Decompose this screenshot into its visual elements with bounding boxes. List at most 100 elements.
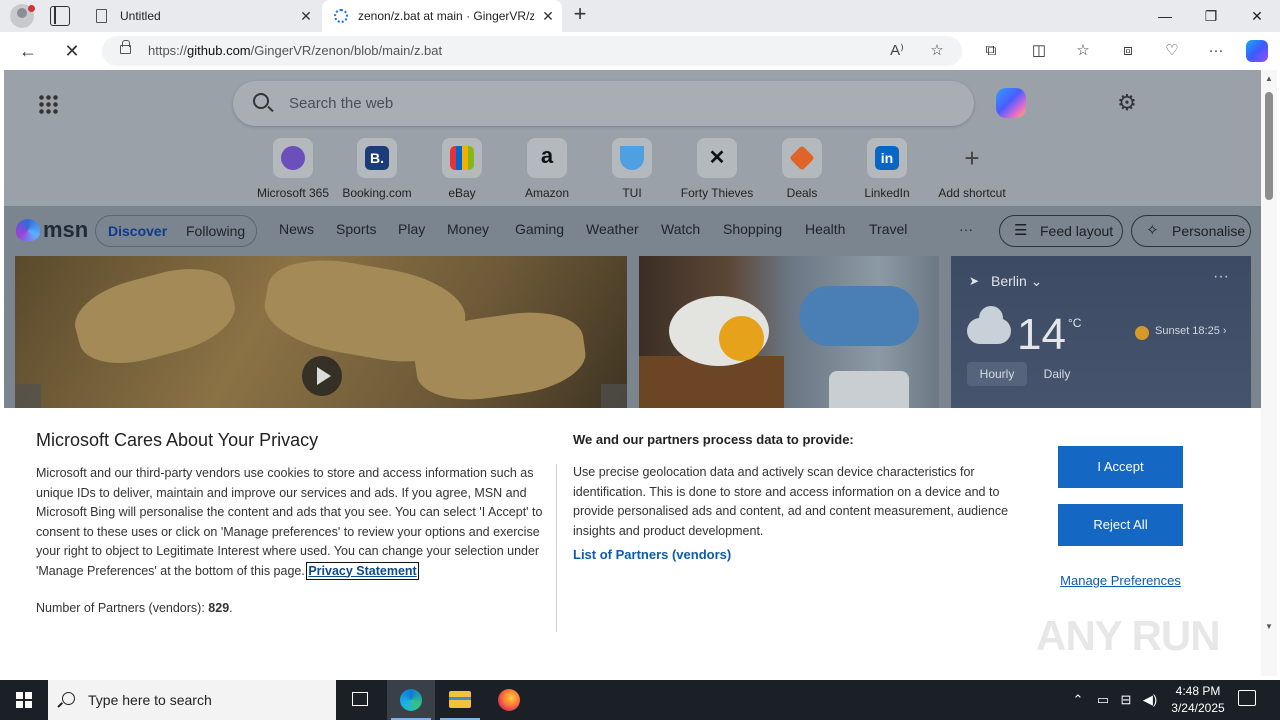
privacy-statement-link[interactable]: Privacy Statement [306,561,419,580]
notification-icon[interactable] [1238,690,1256,706]
clock-date: 3/24/2025 [1171,701,1225,715]
purposes-heading: We and our partners process data to prov… [573,432,854,447]
favorites-icon[interactable]: ☆ [1072,40,1094,62]
more-icon[interactable]: ··· [1213,268,1229,286]
scroll-down-icon[interactable]: ▼ [1263,622,1275,634]
scroll-up-icon[interactable]: ▲ [1263,74,1275,86]
shortcut-deals[interactable]: Deals [762,138,842,200]
firefox-button[interactable] [485,680,533,720]
collections-icon[interactable]: ⧈ [1117,40,1139,62]
close-tab-icon[interactable]: ✕ [534,8,562,25]
personalise-button[interactable]: ✧ Personalise [1131,215,1251,247]
chevron-up-icon[interactable]: ⌃ [1068,690,1088,710]
msn-nav-row: msn Discover Following News Sports Play … [4,206,1261,256]
clock-time: 4:48 PM [1175,684,1221,698]
feed-layout-button[interactable]: ☰ Feed layout [999,215,1123,247]
edge-icon [400,689,422,711]
nav-news[interactable]: News [279,221,314,237]
copilot-icon[interactable] [996,88,1026,118]
tab-github[interactable]: zenon/z.bat at main · GingerVR/z ✕ [322,0,562,32]
start-button[interactable] [0,680,48,720]
nav-weather[interactable]: Weather [586,221,639,237]
taskbar-search[interactable]: Type here to search [48,680,336,720]
vertical-scrollbar[interactable]: ▲ ▼ [1261,70,1277,676]
msn-logo[interactable]: msn [16,216,88,244]
shortcut-ebay[interactable]: eBay [422,138,502,200]
tab-actions-icon[interactable] [50,6,70,26]
device-icon[interactable]: ▭ [1093,690,1113,710]
tab-hourly[interactable]: Hourly [967,362,1027,386]
ebay-icon [450,146,474,170]
shortcut-microsoft-365[interactable]: Microsoft 365 [253,138,333,200]
loading-icon [334,9,348,23]
shortcut-forty-thieves[interactable]: ✕ Forty Thieves [677,138,757,200]
browser-essentials-icon[interactable]: ♡ [1161,40,1183,62]
nav-travel[interactable]: Travel [869,221,907,237]
gear-icon[interactable]: ⚙ [1114,90,1140,116]
manage-preferences-link[interactable]: Manage Preferences [1058,573,1183,588]
booking-icon: B. [365,146,389,170]
scrollbar-thumb[interactable] [1265,92,1273,200]
minimize-icon[interactable]: — [1142,0,1188,32]
web-search-box[interactable]: Search the web [233,81,974,126]
new-tab-icon[interactable]: + [568,3,592,27]
search-icon [253,93,269,109]
stop-loading-icon[interactable]: ✕ [58,38,86,64]
nav-health[interactable]: Health [805,221,845,237]
nav-money[interactable]: Money [447,221,489,237]
article-card[interactable] [639,256,939,416]
weather-location[interactable]: Berlin ⌄ [991,273,1042,290]
back-icon[interactable]: ← [14,38,42,64]
task-view-icon [352,692,368,706]
microsoft-365-icon [281,146,305,170]
nav-shopping[interactable]: Shopping [723,221,782,237]
network-icon[interactable]: ⊟ [1116,690,1136,710]
tab-title: zenon/z.bat at main · GingerVR/z [358,9,534,23]
tab-discover[interactable]: Discover [108,216,167,246]
url-text[interactable]: https://github.com/GingerVR/zenon/blob/m… [148,43,442,58]
linkedin-icon: in [875,146,899,170]
watermark-logo: ANY RUN [1036,612,1221,659]
split-screen-icon[interactable]: ◫ [1028,40,1050,62]
partners-list-link[interactable]: List of Partners (vendors) [573,547,731,562]
shortcut-amazon[interactable]: a Amazon [507,138,587,200]
restore-icon[interactable]: ❐ [1188,0,1234,32]
tab-following[interactable]: Following [186,216,245,246]
more-menu-icon[interactable]: ··· [1205,40,1227,62]
sparkle-icon: ✧ [1146,222,1159,239]
volume-icon[interactable]: ◀) [1140,690,1160,710]
copilot-icon[interactable] [1246,40,1268,62]
close-tab-icon[interactable]: ✕ [292,8,320,25]
shortcut-booking[interactable]: B. Booking.com [337,138,417,200]
food-image [67,256,243,376]
lock-icon[interactable] [120,40,131,54]
shortcut-add[interactable]: + Add shortcut [932,138,1012,200]
edge-taskbar-button[interactable] [387,680,435,720]
nav-gaming[interactable]: Gaming [515,221,564,237]
apps-grid-icon[interactable] [38,94,58,114]
read-aloud-icon[interactable]: A⁾ [886,40,908,62]
file-explorer-button[interactable] [436,680,484,720]
search-icon [62,692,75,705]
close-window-icon[interactable]: ✕ [1234,0,1280,32]
nav-watch[interactable]: Watch [661,221,700,237]
search-placeholder: Search the web [289,95,394,112]
weather-card[interactable]: ➤ Berlin ⌄ ··· 14 °C Sunset 18:25 › Hour… [951,256,1251,416]
clock[interactable]: 4:48 PM 3/24/2025 [1160,683,1236,717]
play-icon[interactable] [302,356,342,396]
shortcut-tui[interactable]: TUI [592,138,672,200]
tab-daily[interactable]: Daily [1027,362,1087,386]
nav-play[interactable]: Play [398,221,425,237]
more-icon[interactable]: ··· [959,221,973,237]
shortcut-linkedin[interactable]: in LinkedIn [847,138,927,200]
extensions-icon[interactable]: ⧉ [980,40,1002,62]
accept-button[interactable]: I Accept [1058,446,1183,488]
address-bar[interactable]: https://github.com/GingerVR/zenon/blob/m… [102,36,962,66]
reject-all-button[interactable]: Reject All [1058,504,1183,546]
yolk-image [719,316,764,361]
hero-video-card[interactable] [15,256,627,416]
tab-untitled[interactable]: Untitled ✕ [84,0,320,32]
favorite-star-icon[interactable]: ☆ [926,40,948,62]
task-view-button[interactable] [336,680,384,720]
nav-sports[interactable]: Sports [336,221,376,237]
